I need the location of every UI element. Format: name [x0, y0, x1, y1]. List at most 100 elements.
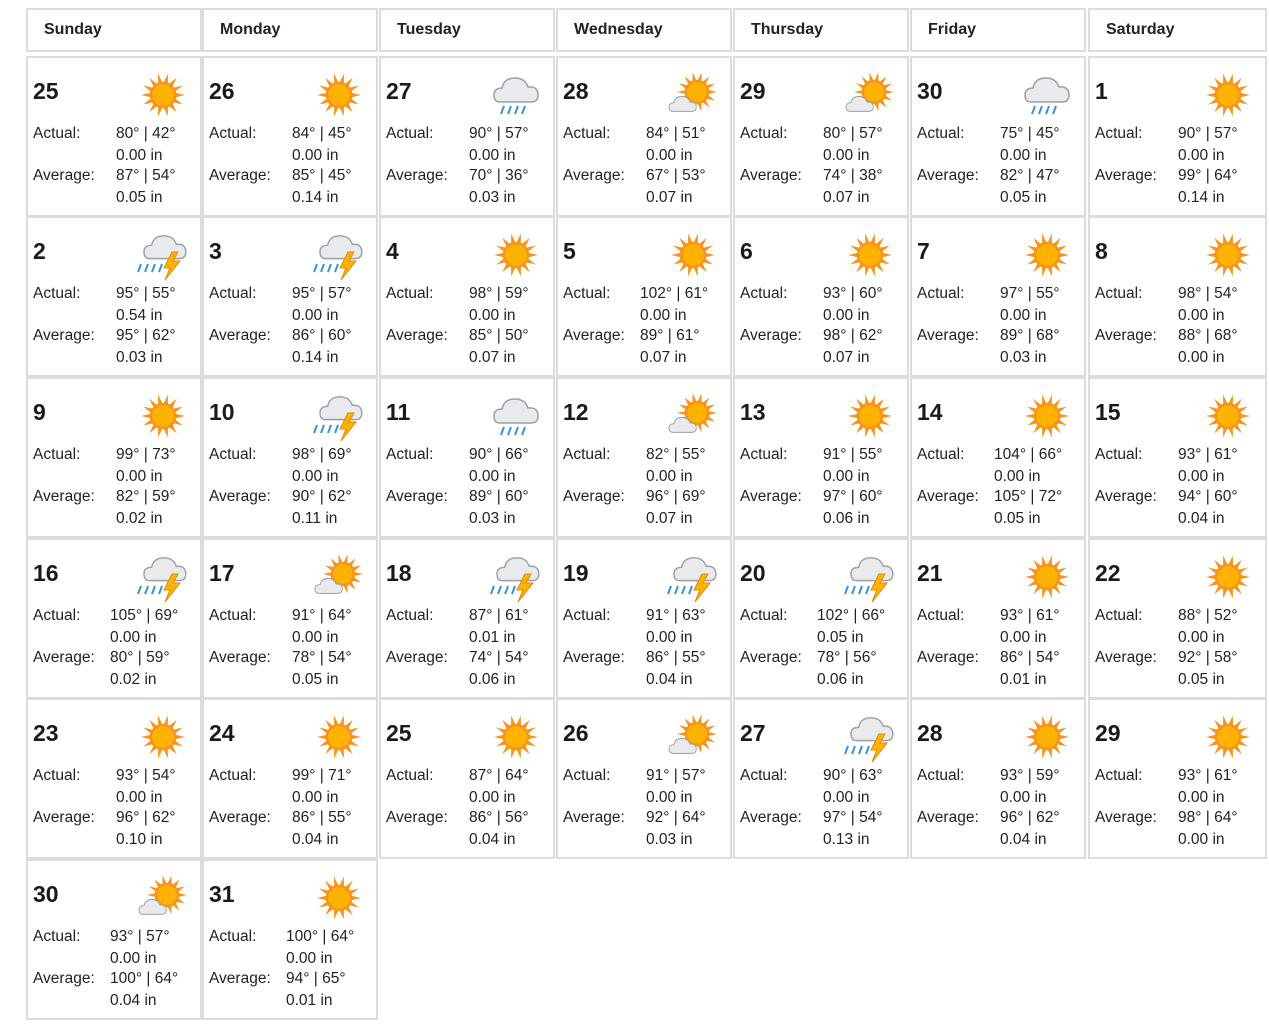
- day-cell[interactable]: 17 Actual: 91° | 64° 0.00 in Average: 78° | …: [202, 538, 378, 699]
- average-temp: 70° | 36°: [469, 167, 529, 184]
- day-cell[interactable]: 30 Actual: 93° | 57° 0.00 in Average: 100° |…: [26, 859, 202, 1020]
- partly-cloudy-icon: [666, 712, 720, 762]
- day-cell[interactable]: 18 Actual: 87° | 61° 0.01 in Average: 74° | …: [379, 538, 555, 699]
- actual-label: Actual:: [33, 125, 81, 142]
- average-label: Average:: [1095, 809, 1157, 826]
- sunny-icon: [1201, 391, 1255, 441]
- actual-temp: 84° | 51°: [646, 125, 706, 142]
- actual-precip: 0.00 in: [1178, 147, 1225, 164]
- day-cell[interactable]: 24 Actual: 99° | 71° 0.00 in Average: 86° | 5…: [202, 698, 378, 859]
- day-cell[interactable]: 4 Actual: 98° | 59° 0.00 in Average: 85° | 50…: [379, 216, 555, 377]
- actual-label: Actual:: [386, 607, 434, 624]
- actual-label: Actual:: [563, 446, 611, 463]
- actual-precip: 0.00 in: [1000, 307, 1047, 324]
- day-cell[interactable]: 9 Actual: 99° | 73° 0.00 in Average: 82° | 59…: [26, 377, 202, 538]
- average-label: Average:: [917, 327, 979, 344]
- actual-precip: 0.00 in: [292, 789, 339, 806]
- actual-temp: 75° | 45°: [1000, 125, 1060, 142]
- actual-label: Actual:: [740, 125, 788, 142]
- actual-label: Actual:: [386, 125, 434, 142]
- actual-temp: 93° | 54°: [116, 767, 176, 784]
- actual-temp: 91° | 55°: [823, 446, 883, 463]
- day-cell[interactable]: 30 Actual: 75° | 45° 0.00 in Average: 82° | …: [910, 56, 1086, 217]
- day-cell[interactable]: 27 Actual: 90° | 63° 0.00 in Average: 97° | …: [733, 698, 909, 859]
- average-precip: 0.07 in: [469, 349, 516, 366]
- day-cell[interactable]: 3 Actual: 95° | 57° 0.00 in Average: 86° | 6…: [202, 216, 378, 377]
- day-number: 14: [917, 399, 943, 425]
- day-cell[interactable]: 7 Actual: 97° | 55° 0.00 in Average: 89° | 68…: [910, 216, 1086, 377]
- day-number: 11: [386, 399, 411, 425]
- average-precip: 0.05 in: [994, 510, 1041, 527]
- day-cell[interactable]: 22 Actual: 88° | 52° 0.00 in Average: 92° | 5…: [1088, 538, 1267, 699]
- day-cell[interactable]: 14 Actual: 104° | 66° 0.00 in Average: 105° |…: [910, 377, 1086, 538]
- day-cell[interactable]: 25 Actual: 80° | 42° 0.00 in Average: 87° | 5…: [26, 56, 202, 217]
- actual-precip: 0.00 in: [292, 307, 339, 324]
- actual-temp: 99° | 73°: [116, 446, 176, 463]
- day-cell[interactable]: 19 Actual: 91° | 63° 0.00 in Average: 86° | …: [556, 538, 732, 699]
- day-cell[interactable]: 11 Actual: 90° | 66° 0.00 in Average: 89° | …: [379, 377, 555, 538]
- average-label: Average:: [1095, 488, 1157, 505]
- day-number: 4: [386, 238, 399, 264]
- day-cell[interactable]: 26 Actual: 91° | 57° 0.00 in Average: 92° | …: [556, 698, 732, 859]
- actual-temp: 98° | 59°: [469, 285, 529, 302]
- average-temp: 105° | 72°: [994, 488, 1063, 505]
- actual-precip: 0.00 in: [110, 950, 157, 967]
- average-temp: 86° | 54°: [1000, 649, 1060, 666]
- day-number: 18: [386, 560, 412, 586]
- day-cell[interactable]: 27 Actual: 90° | 57° 0.00 in Average: 70° | …: [379, 56, 555, 217]
- day-cell[interactable]: 26 Actual: 84° | 45° 0.00 in Average: 85° | 4…: [202, 56, 378, 217]
- day-cell[interactable]: 13 Actual: 91° | 55° 0.00 in Average: 97° | 6…: [733, 377, 909, 538]
- day-cell[interactable]: 12 Actual: 82° | 55° 0.00 in Average: 96° | …: [556, 377, 732, 538]
- actual-temp: 93° | 59°: [1000, 767, 1060, 784]
- day-cell[interactable]: 1 Actual: 90° | 57° 0.00 in Average: 99° | 64…: [1088, 56, 1267, 217]
- day-cell[interactable]: 16 Actual: 105° | 69° 0.00 in Average: 80° |…: [26, 538, 202, 699]
- day-cell[interactable]: 21 Actual: 93° | 61° 0.00 in Average: 86° | 5…: [910, 538, 1086, 699]
- day-cell[interactable]: 31 Actual: 100° | 64° 0.00 in Average: 94° | …: [202, 859, 378, 1020]
- actual-precip: 0.00 in: [823, 307, 870, 324]
- actual-temp: 93° | 61°: [1178, 446, 1238, 463]
- day-cell[interactable]: 28 Actual: 84° | 51° 0.00 in Average: 67° | …: [556, 56, 732, 217]
- actual-label: Actual:: [563, 767, 611, 784]
- day-cell[interactable]: 10 Actual: 98° | 69° 0.00 in Average: 90° | …: [202, 377, 378, 538]
- actual-precip: 0.00 in: [1000, 789, 1047, 806]
- day-number: 28: [917, 720, 943, 746]
- weekday-header-wednesday: Wednesday: [556, 8, 732, 52]
- day-cell[interactable]: 8 Actual: 98° | 54° 0.00 in Average: 88° | 68…: [1088, 216, 1267, 377]
- day-cell[interactable]: 2 Actual: 95° | 55° 0.54 in Average: 95° | 6…: [26, 216, 202, 377]
- sunny-icon: [1201, 230, 1255, 280]
- day-cell[interactable]: 6 Actual: 93° | 60° 0.00 in Average: 98° | 62…: [733, 216, 909, 377]
- average-precip: 0.10 in: [116, 831, 163, 848]
- actual-label: Actual:: [917, 125, 965, 142]
- actual-temp: 80° | 57°: [823, 125, 883, 142]
- day-cell[interactable]: 25 Actual: 87° | 64° 0.00 in Average: 86° | 5…: [379, 698, 555, 859]
- day-cell[interactable]: 5 Actual: 102° | 61° 0.00 in Average: 89° | 6…: [556, 216, 732, 377]
- sunny-icon: [1020, 552, 1074, 602]
- sunny-icon: [666, 230, 720, 280]
- actual-temp: 91° | 63°: [646, 607, 706, 624]
- partly-cloudy-icon: [666, 70, 720, 120]
- day-cell[interactable]: 28 Actual: 93° | 59° 0.00 in Average: 96° | 6…: [910, 698, 1086, 859]
- day-number: 24: [209, 720, 235, 746]
- actual-temp: 99° | 71°: [292, 767, 352, 784]
- actual-label: Actual:: [563, 125, 611, 142]
- actual-precip: 0.00 in: [110, 629, 157, 646]
- average-temp: 82° | 47°: [1000, 167, 1060, 184]
- day-cell[interactable]: 15 Actual: 93° | 61° 0.00 in Average: 94° | 6…: [1088, 377, 1267, 538]
- sunny-icon: [312, 70, 366, 120]
- day-cell[interactable]: 29 Actual: 93° | 61° 0.00 in Average: 98° | 6…: [1088, 698, 1267, 859]
- average-label: Average:: [563, 809, 625, 826]
- weekday-header-friday: Friday: [910, 8, 1086, 52]
- average-label: Average:: [740, 649, 802, 666]
- actual-temp: 97° | 55°: [1000, 285, 1060, 302]
- day-number: 19: [563, 560, 589, 586]
- day-cell[interactable]: 23 Actual: 93° | 54° 0.00 in Average: 96° | 6…: [26, 698, 202, 859]
- day-cell[interactable]: 29 Actual: 80° | 57° 0.00 in Average: 74° | …: [733, 56, 909, 217]
- day-number: 25: [33, 78, 59, 104]
- actual-label: Actual:: [917, 446, 965, 463]
- average-temp: 96° | 69°: [646, 488, 706, 505]
- average-precip: 0.04 in: [1000, 831, 1047, 848]
- day-number: 9: [33, 399, 46, 425]
- day-cell[interactable]: 20 Actual: 102° | 66° 0.05 in Average: 78° |…: [733, 538, 909, 699]
- weekday-header-thursday: Thursday: [733, 8, 909, 52]
- actual-precip: 0.00 in: [116, 789, 163, 806]
